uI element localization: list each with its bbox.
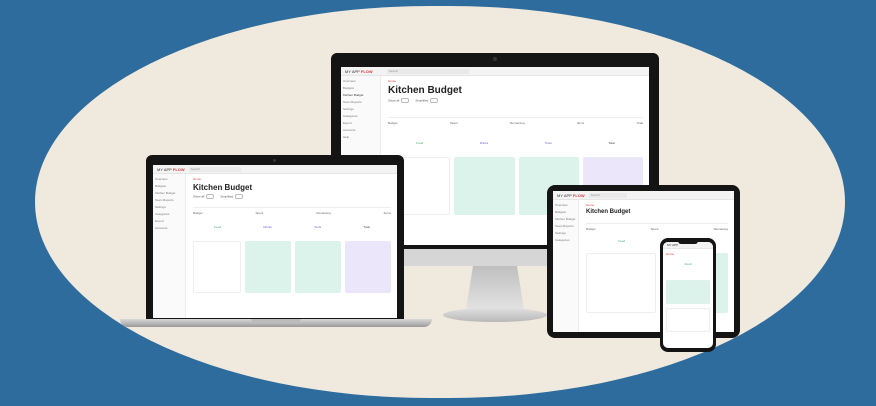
card[interactable] bbox=[295, 241, 341, 293]
sidebar-item[interactable]: Overview bbox=[555, 203, 576, 207]
summary-row: Food Drinks Tools Total bbox=[388, 141, 643, 145]
page-title: Kitchen Budget bbox=[193, 183, 253, 192]
sidebar-item[interactable]: Overview bbox=[343, 79, 378, 83]
summary-item: Tools bbox=[544, 141, 552, 145]
stats-row: Budget Spent Remaining Items Total bbox=[388, 117, 643, 125]
phone: MY APP Home Food bbox=[660, 238, 716, 352]
card[interactable] bbox=[454, 157, 515, 215]
stat-label: Remaining bbox=[510, 121, 525, 125]
toggle-simplified[interactable]: Simplified bbox=[415, 98, 439, 103]
stat-label: Budget bbox=[586, 227, 596, 231]
stat-label: Items bbox=[383, 211, 391, 215]
card[interactable] bbox=[666, 308, 710, 332]
sidebar-item[interactable]: Export bbox=[343, 121, 378, 125]
phone-screen: MY APP Home Food bbox=[663, 242, 713, 348]
brand-logo[interactable]: MY APP FLOW bbox=[157, 167, 185, 172]
stat-label: Items bbox=[576, 121, 585, 125]
laptop: MY APP FLOW Search Overview Budgets Kitc… bbox=[120, 155, 432, 330]
sidebar-item[interactable]: Settings bbox=[155, 205, 183, 209]
search-input[interactable]: Search bbox=[386, 68, 469, 74]
sidebar-item[interactable]: Team Reports bbox=[555, 224, 576, 228]
sidebar-item[interactable]: Budgets bbox=[343, 86, 378, 90]
top-bar: MY APP FLOW Search bbox=[153, 165, 397, 174]
laptop-camera bbox=[273, 159, 276, 162]
toggle-show-all[interactable]: Show all bbox=[388, 98, 410, 103]
monitor-base bbox=[443, 308, 547, 322]
search-input[interactable]: Search bbox=[588, 192, 627, 198]
toggle-show-all[interactable]: Show all bbox=[193, 194, 215, 199]
page-title: Kitchen Budget bbox=[586, 209, 631, 215]
sidebar-item[interactable]: Categories bbox=[155, 212, 183, 216]
summary-item: Total bbox=[608, 141, 615, 145]
monitor-camera bbox=[493, 57, 497, 61]
stat-label: Budget bbox=[193, 211, 203, 215]
sidebar-item[interactable]: Budgets bbox=[155, 184, 183, 188]
top-bar: MY APP FLOW Search bbox=[553, 191, 734, 200]
sidebar-item[interactable]: Kitchen Budget bbox=[155, 191, 183, 195]
stat-label: Spent bbox=[255, 211, 264, 215]
sidebar-item[interactable]: Help bbox=[343, 135, 378, 139]
card[interactable] bbox=[666, 280, 710, 304]
monitor-neck bbox=[466, 266, 524, 310]
sidebar: Overview Budgets Kitchen Budget Team Rep… bbox=[153, 174, 186, 318]
summary-item: Drinks bbox=[479, 141, 489, 145]
toggle-row: Show all Simplified bbox=[193, 194, 391, 199]
laptop-screen: MY APP FLOW Search Overview Budgets Kitc… bbox=[153, 165, 397, 318]
sidebar-item[interactable]: Export bbox=[155, 219, 183, 223]
laptop-notch bbox=[251, 319, 301, 322]
summary-row: Food bbox=[666, 262, 710, 266]
brand-logo[interactable]: MY APP FLOW bbox=[557, 193, 585, 198]
stat-label: Spent bbox=[449, 121, 458, 125]
toggle-simplified[interactable]: Simplified bbox=[220, 194, 244, 199]
toggle-row: Show all Simplified bbox=[388, 98, 643, 103]
card[interactable] bbox=[586, 253, 656, 313]
stat-label: Remaining bbox=[713, 227, 728, 231]
sidebar-item[interactable]: Overview bbox=[155, 177, 183, 181]
stat-label: Remaining bbox=[316, 211, 331, 215]
sidebar-item[interactable]: Settings bbox=[343, 107, 378, 111]
stat-label: Budget bbox=[388, 121, 398, 125]
main-content: Home Kitchen Budget Show all Simplified … bbox=[187, 174, 397, 318]
sidebar-item[interactable]: Kitchen Budget bbox=[555, 217, 576, 221]
phone-notch bbox=[678, 241, 698, 244]
sidebar-item[interactable]: Team Reports bbox=[343, 100, 378, 104]
sidebar: Overview Budgets Kitchen Budget Team Rep… bbox=[553, 200, 579, 332]
stat-label: Spent bbox=[650, 227, 659, 231]
summary-item: Tools bbox=[314, 225, 322, 229]
stats-row: Budget Spent Remaining bbox=[586, 223, 728, 231]
breadcrumb[interactable]: Home bbox=[193, 177, 391, 181]
phone-content: Home Food bbox=[663, 249, 713, 335]
summary-row: Food Drinks Tools Total bbox=[193, 225, 391, 229]
summary-item: Food bbox=[416, 141, 424, 145]
summary-item: Food bbox=[618, 239, 626, 243]
sidebar-item[interactable]: Accounts bbox=[155, 226, 183, 230]
card[interactable] bbox=[245, 241, 291, 293]
summary-item: Total bbox=[363, 225, 370, 229]
brand-logo[interactable]: MY APP FLOW bbox=[345, 69, 373, 74]
stat-label: Total bbox=[636, 121, 643, 125]
brand-logo[interactable]: MY APP bbox=[667, 243, 678, 247]
summary-item: Drinks bbox=[263, 225, 272, 229]
card-grid bbox=[193, 241, 391, 293]
summary-item: Food bbox=[214, 225, 221, 229]
sidebar-item[interactable]: Categories bbox=[555, 238, 576, 242]
sidebar-item[interactable]: Budgets bbox=[555, 210, 576, 214]
page-title: Kitchen Budget bbox=[388, 85, 462, 96]
card[interactable] bbox=[193, 241, 241, 293]
breadcrumb[interactable]: Home bbox=[388, 79, 643, 83]
card[interactable] bbox=[345, 241, 391, 293]
sidebar-item[interactable]: Categories bbox=[343, 114, 378, 118]
stats-row: Budget Spent Remaining Items bbox=[193, 207, 391, 215]
sidebar-item[interactable]: Team Reports bbox=[155, 198, 183, 202]
sidebar-item[interactable]: Kitchen Budget bbox=[343, 93, 378, 97]
top-bar: MY APP FLOW Search bbox=[341, 67, 649, 76]
search-input[interactable]: Search bbox=[188, 166, 241, 172]
sidebar-item[interactable]: Settings bbox=[555, 231, 576, 235]
breadcrumb[interactable]: Home bbox=[666, 252, 710, 256]
sidebar-item[interactable]: Accounts bbox=[343, 128, 378, 132]
breadcrumb[interactable]: Home bbox=[586, 203, 728, 207]
summary-item: Food bbox=[684, 262, 692, 266]
